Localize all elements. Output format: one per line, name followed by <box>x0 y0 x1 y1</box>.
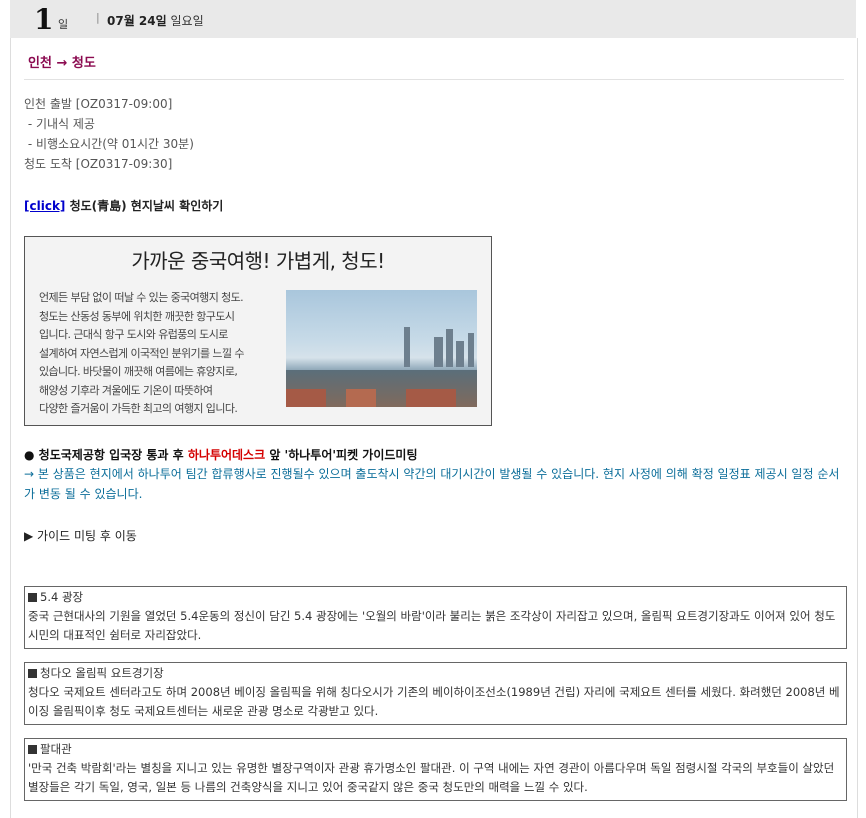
banner-line: 설계하여 자연스럽게 이국적인 분위기를 느낄 수 <box>39 346 244 360</box>
spot-box-yacht-center: 청다오 올림픽 요트경기장 청다오 국제요트 센터라고도 하며 2008년 베이… <box>24 662 847 725</box>
bullet: ● <box>24 448 35 462</box>
banner-line: 청도는 산동성 동부에 위치한 깨끗한 항구도시 <box>39 309 235 323</box>
square-bullet-icon <box>28 593 37 602</box>
weather-line: [click] 청도(青島) 현지날씨 확인하기 <box>24 197 223 214</box>
spot-box-54-square: 5.4 광장 중국 근현대사의 기원을 열었던 5.4운동의 정신이 담긴 5.… <box>24 586 847 649</box>
day-header: 1 일 | 07월 24일 일요일 <box>10 0 856 38</box>
flight-meal: - 기내식 제공 <box>24 117 95 131</box>
spot-title: 청다오 올림픽 요트경기장 <box>40 666 164 680</box>
banner-title: 가까운 중국여행! 가볍게, 청도! <box>131 249 385 273</box>
banner-line: 있습니다. 바닷물이 깨끗해 여름에는 휴양지로, <box>39 365 238 378</box>
route-title: 인천 → 청도 <box>28 56 96 71</box>
square-bullet-icon <box>28 669 37 678</box>
destination-banner: 가까운 중국여행! 가볍게, 청도! 언제든 부담 없이 떠날 수 있는 중국여… <box>24 236 492 426</box>
day-date: 07월 24일 일요일 <box>107 12 204 29</box>
spot-description: '만국 건축 박람회'라는 별칭을 지니고 있는 유명한 별장구역이자 관광 휴… <box>28 761 835 794</box>
day-number: 1 <box>34 3 54 36</box>
spot-title: 팔대관 <box>40 742 72 756</box>
banner-line: 입니다. 근대식 항구 도시와 유럽풍의 도시로 <box>39 328 228 341</box>
flight-arrival: 청도 도착 [OZ0317-09:30] <box>24 157 173 171</box>
meeting-text-2: 앞 '하나투어'피켓 가이드미팅 <box>265 448 418 462</box>
day-unit: 일 <box>58 18 69 31</box>
weekday: 일요일 <box>170 14 204 28</box>
schedule-notice: → 본 상품은 현지에서 하나투어 팀간 합류행사로 진행될수 있으며 출도착시… <box>24 467 840 501</box>
spot-description: 청다오 국제요트 센터라고도 하며 2008년 베이징 올림픽을 위해 칭다오시… <box>28 685 840 718</box>
meeting-text: 청도국제공항 입국장 통과 후 <box>34 448 188 462</box>
weather-text: 청도(青島) 현지날씨 확인하기 <box>65 199 224 213</box>
banner-line: 해양성 기후라 겨울에도 기온이 따뜻하여 <box>39 383 213 397</box>
weather-click-link[interactable]: [click] <box>24 199 65 213</box>
banner-description: 언제든 부담 없이 떠날 수 있는 중국여행지 청도. 청도는 산동성 동부에 … <box>39 289 289 419</box>
day-separator: | <box>96 11 100 24</box>
date-bold: 07월 24일 <box>107 14 167 28</box>
spot-box-badaguan: 팔대관 '만국 건축 박람회'라는 별칭을 지니고 있는 유명한 별장구역이자 … <box>24 738 847 801</box>
hanatour-desk: 하나투어데스크 <box>187 448 266 462</box>
spot-description: 중국 근현대사의 기원을 열었던 5.4운동의 정신이 담긴 5.4 광장에는 … <box>28 609 836 642</box>
square-bullet-icon <box>28 745 37 754</box>
banner-line: 언제든 부담 없이 떠날 수 있는 중국여행지 청도. <box>39 291 244 304</box>
guide-move-line: ▶ 가이드 미팅 후 이동 <box>24 529 137 543</box>
spot-title: 5.4 광장 <box>40 590 84 604</box>
qingdao-city-photo <box>286 290 477 407</box>
flight-duration: - 비행소요시간(약 01시간 30분) <box>24 137 194 151</box>
divider <box>24 79 844 80</box>
banner-line: 다양한 즐거움이 가득한 최고의 여행지 입니다. <box>39 402 238 415</box>
guide-meeting-title: ● 청도국제공항 입국장 통과 후 하나투어데스크 앞 '하나투어'피켓 가이드… <box>24 446 418 463</box>
flight-departure: 인천 출발 [OZ0317-09:00] <box>24 97 173 111</box>
